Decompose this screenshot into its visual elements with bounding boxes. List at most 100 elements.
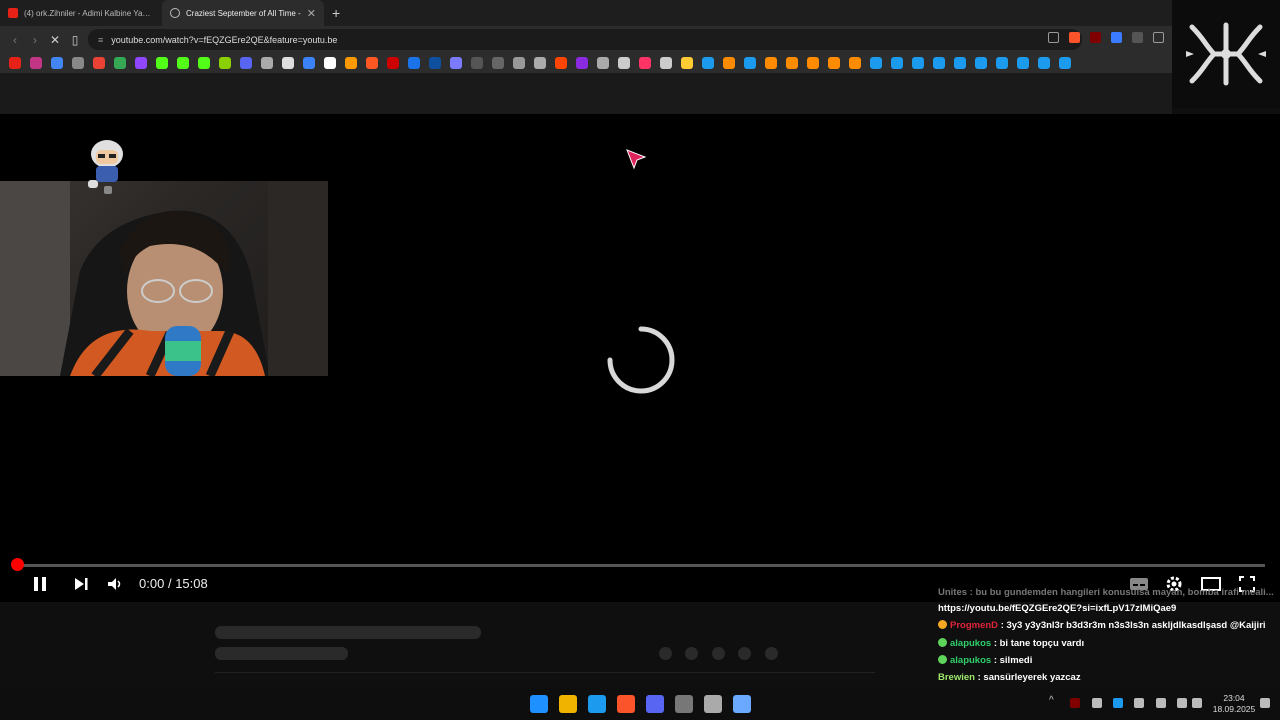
- ublock-icon[interactable]: [1090, 32, 1101, 43]
- tray-app-icon[interactable]: [1070, 698, 1080, 708]
- clock-time: 23:04: [1223, 693, 1245, 703]
- progress-bar[interactable]: [17, 564, 1265, 567]
- bookmark-favicon-icon[interactable]: [996, 57, 1008, 69]
- speaker-icon[interactable]: [1192, 698, 1202, 708]
- bookmark-favicon-icon[interactable]: [765, 57, 777, 69]
- taskbar-steam-icon[interactable]: [588, 695, 606, 713]
- new-tab-button[interactable]: +: [324, 5, 348, 21]
- sidebar-icon[interactable]: [1153, 32, 1164, 43]
- bookmark-favicon-icon[interactable]: [828, 57, 840, 69]
- forward-icon[interactable]: ›: [28, 33, 42, 47]
- bookmark-favicon-icon[interactable]: [30, 57, 42, 69]
- bookmark-favicon-icon[interactable]: [555, 57, 567, 69]
- bookmark-favicon-icon[interactable]: [681, 57, 693, 69]
- system-clock[interactable]: 23:04 18.09.2025: [1208, 693, 1260, 715]
- bookmark-favicon-icon[interactable]: [387, 57, 399, 69]
- next-button[interactable]: [72, 572, 90, 596]
- bookmark-favicon-icon[interactable]: [345, 57, 357, 69]
- stop-icon[interactable]: ✕: [48, 33, 62, 47]
- brave-shield-icon[interactable]: [1069, 32, 1080, 43]
- bookmark-favicon-icon[interactable]: [1059, 57, 1071, 69]
- youtube-favicon-icon: [8, 8, 18, 18]
- bookmark-favicon-icon[interactable]: [408, 57, 420, 69]
- bookmark-favicon-icon[interactable]: [849, 57, 861, 69]
- volume-icon: [108, 578, 121, 590]
- tray-audio-icon[interactable]: [1134, 698, 1144, 708]
- extension-icon[interactable]: [1132, 32, 1143, 43]
- bookmark-favicon-icon[interactable]: [744, 57, 756, 69]
- pause-icon: [34, 577, 46, 591]
- bookmark-favicon-icon[interactable]: [807, 57, 819, 69]
- tray-steam-icon[interactable]: [1113, 698, 1123, 708]
- bookmark-favicon-icon[interactable]: [471, 57, 483, 69]
- tab-youtube-music[interactable]: (4) ork.Zihniler - Adimi Kalbine Yaz (2: [0, 0, 162, 26]
- bookmark-favicon-icon[interactable]: [492, 57, 504, 69]
- tab-active-video[interactable]: Craziest September of All Time - ✕: [162, 0, 324, 26]
- volume-button[interactable]: [106, 572, 124, 596]
- tab-title: (4) ork.Zihniler - Adimi Kalbine Yaz (2: [24, 8, 154, 18]
- share-icon[interactable]: [1048, 32, 1059, 43]
- close-tab-icon[interactable]: ✕: [307, 7, 316, 20]
- bookmark-favicon-icon[interactable]: [93, 57, 105, 69]
- bookmark-favicon-icon[interactable]: [576, 57, 588, 69]
- taskbar-brave-icon[interactable]: [617, 695, 635, 713]
- taskbar-app-net-icon[interactable]: [733, 695, 751, 713]
- bookmark-favicon-icon[interactable]: [1017, 57, 1029, 69]
- bookmark-favicon-icon[interactable]: [450, 57, 462, 69]
- taskbar-files-icon[interactable]: [559, 695, 577, 713]
- bookmark-favicon-icon[interactable]: [933, 57, 945, 69]
- microphone-icon[interactable]: [1156, 698, 1166, 708]
- bookmark-favicon-icon[interactable]: [1038, 57, 1050, 69]
- bookmark-favicon-icon[interactable]: [723, 57, 735, 69]
- bookmark-favicon-icon[interactable]: [891, 57, 903, 69]
- bookmark-favicon-icon[interactable]: [786, 57, 798, 69]
- bookmark-favicon-icon[interactable]: [177, 57, 189, 69]
- site-info-icon[interactable]: ≡: [98, 35, 103, 45]
- taskbar-discord-icon[interactable]: [646, 695, 664, 713]
- chat-text: https://youtu.be/fEQZGEre2QE?si=ixfLpV17…: [938, 603, 1177, 614]
- bookmark-favicon-icon[interactable]: [72, 57, 84, 69]
- bookmark-favicon-icon[interactable]: [240, 57, 252, 69]
- bookmark-favicon-icon[interactable]: [135, 57, 147, 69]
- taskbar-app-gray-icon[interactable]: [675, 695, 693, 713]
- taskbar-start-icon[interactable]: [530, 695, 548, 713]
- bookmark-favicon-icon[interactable]: [912, 57, 924, 69]
- bookmark-favicon-icon[interactable]: [639, 57, 651, 69]
- bookmark-favicon-icon[interactable]: [324, 57, 336, 69]
- bookmark-favicon-icon[interactable]: [366, 57, 378, 69]
- bookmark-favicon-icon[interactable]: [198, 57, 210, 69]
- bookmark-favicon-icon[interactable]: [870, 57, 882, 69]
- current-time: 0:00: [139, 576, 165, 591]
- bookmark-favicon-icon[interactable]: [51, 57, 63, 69]
- bookmark-icon[interactable]: ▯: [68, 33, 82, 47]
- bookmark-favicon-icon[interactable]: [618, 57, 630, 69]
- back-icon[interactable]: ‹: [8, 33, 22, 47]
- network-icon[interactable]: [1177, 698, 1187, 708]
- chevron-up-icon[interactable]: ^: [1049, 695, 1059, 706]
- bookmark-favicon-icon[interactable]: [429, 57, 441, 69]
- action-skeleton: [659, 647, 672, 660]
- bookmark-favicon-icon[interactable]: [261, 57, 273, 69]
- chat-text: : bi tane topçu vardı: [993, 637, 1085, 649]
- bookmark-favicon-icon[interactable]: [282, 57, 294, 69]
- bookmark-favicon-icon[interactable]: [513, 57, 525, 69]
- taskbar-app-record-icon[interactable]: [704, 695, 722, 713]
- bookmark-favicon-icon[interactable]: [219, 57, 231, 69]
- bookmark-favicon-icon[interactable]: [156, 57, 168, 69]
- url-bar[interactable]: ≡ youtube.com/watch?v=fEQZGEre2QE&featur…: [88, 29, 1082, 50]
- bookmark-favicon-icon[interactable]: [702, 57, 714, 69]
- notification-icon[interactable]: [1260, 698, 1270, 708]
- bookmark-favicon-icon[interactable]: [954, 57, 966, 69]
- video-player[interactable]: [0, 114, 1280, 602]
- bookmark-favicon-icon[interactable]: [114, 57, 126, 69]
- bookmark-favicon-icon[interactable]: [303, 57, 315, 69]
- audio-icon[interactable]: [1111, 32, 1122, 43]
- bookmark-favicon-icon[interactable]: [660, 57, 672, 69]
- bookmark-favicon-icon[interactable]: [9, 57, 21, 69]
- bookmark-favicon-icon[interactable]: [597, 57, 609, 69]
- bookmark-favicon-icon[interactable]: [975, 57, 987, 69]
- pause-button[interactable]: [30, 572, 50, 596]
- scrubber-handle[interactable]: [11, 558, 24, 571]
- tray-shield-icon[interactable]: [1092, 698, 1102, 708]
- bookmark-favicon-icon[interactable]: [534, 57, 546, 69]
